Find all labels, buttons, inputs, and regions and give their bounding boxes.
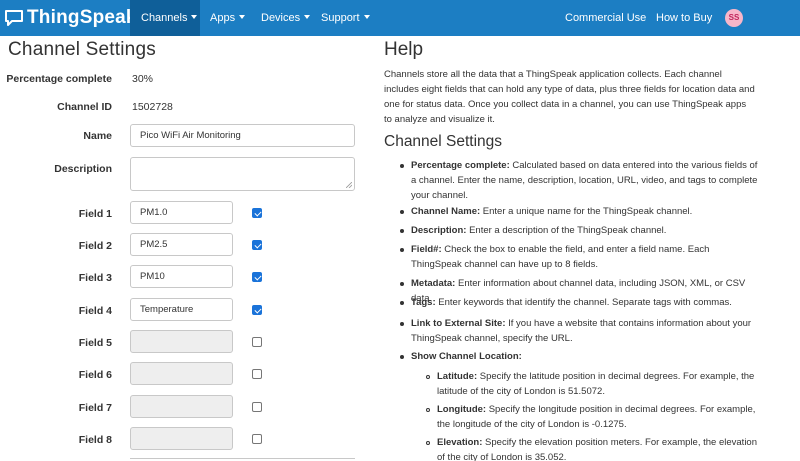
field-8-input[interactable] bbox=[130, 427, 233, 450]
help-title: Help bbox=[384, 39, 424, 60]
channel-id-label: Channel ID bbox=[57, 101, 112, 113]
thingspeak-logo[interactable]: ThingSpeak™ bbox=[4, 5, 147, 31]
field-5-checkbox[interactable] bbox=[252, 337, 262, 347]
brand-name: ThingSpeak bbox=[27, 7, 137, 28]
field-3-input[interactable]: PM10 bbox=[130, 265, 233, 288]
field-7-input[interactable] bbox=[130, 395, 233, 418]
field-7-checkbox[interactable] bbox=[252, 402, 262, 412]
nav-support-label: Support bbox=[321, 12, 360, 24]
field-4-label: Field 4 bbox=[78, 305, 112, 317]
name-label: Name bbox=[83, 130, 112, 142]
field-4-input[interactable]: Temperature bbox=[130, 298, 233, 321]
field-8-checkbox[interactable] bbox=[252, 434, 262, 444]
help-subtitle: Channel Settings bbox=[384, 133, 503, 150]
top-navbar: ThingSpeak™ Channels Apps Devices Suppor… bbox=[0, 0, 800, 36]
help-term: Link to External Site: bbox=[411, 318, 506, 329]
help-term: Show Channel Location: bbox=[411, 351, 522, 362]
bullet-icon bbox=[400, 248, 404, 252]
bullet-icon bbox=[400, 301, 404, 305]
field-2-label: Field 2 bbox=[78, 240, 112, 252]
hollow-bullet-icon bbox=[426, 408, 430, 412]
nav-channels-label: Channels bbox=[141, 12, 188, 24]
help-item-latitude: Latitude: Specify the latitude position … bbox=[437, 369, 760, 399]
field-3-checkbox[interactable] bbox=[252, 272, 262, 282]
chevron-down-icon bbox=[304, 15, 311, 20]
help-item-field: Field#: Check the box to enable the fiel… bbox=[411, 242, 761, 272]
help-term: Metadata: bbox=[411, 278, 456, 289]
nav-devices-label: Devices bbox=[261, 12, 301, 24]
field-3-label: Field 3 bbox=[78, 272, 112, 284]
field-1-label: Field 1 bbox=[78, 208, 112, 220]
help-term: Percentage complete: bbox=[411, 160, 510, 171]
field-6-input[interactable] bbox=[130, 362, 233, 385]
help-term: Description: bbox=[411, 225, 467, 236]
help-term: Tags: bbox=[411, 297, 436, 308]
field-1-checkbox[interactable] bbox=[252, 208, 262, 218]
page-title: Channel Settings bbox=[8, 39, 156, 60]
help-term: Elevation: bbox=[437, 437, 483, 448]
nav-apps-menu[interactable]: Apps bbox=[210, 0, 246, 36]
help-item-channel-name: Channel Name: Enter a unique name for th… bbox=[411, 204, 761, 219]
help-desc: Enter keywords that identify the channel… bbox=[435, 297, 732, 308]
bullet-icon bbox=[400, 164, 404, 168]
channel-id-value: 1502728 bbox=[132, 101, 173, 113]
channel-name-input[interactable]: Pico WiFi Air Monitoring bbox=[130, 124, 355, 147]
help-item-longitude: Longitude: Specify the longitude positio… bbox=[437, 402, 760, 432]
nav-apps-label: Apps bbox=[210, 12, 236, 24]
chat-bubble-logo-icon bbox=[5, 10, 23, 26]
chevron-down-icon bbox=[363, 15, 370, 20]
field-1-input[interactable]: PM1.0 bbox=[130, 201, 233, 224]
field-4-checkbox[interactable] bbox=[252, 305, 262, 315]
field-8-label: Field 8 bbox=[78, 434, 112, 446]
description-textarea[interactable] bbox=[130, 157, 355, 191]
help-item-description: Description: Enter a description of the … bbox=[411, 223, 761, 238]
chevron-down-icon bbox=[191, 15, 198, 20]
nav-devices-menu[interactable]: Devices bbox=[261, 0, 311, 36]
help-term: Latitude: bbox=[437, 371, 478, 382]
help-item-tags: Tags: Enter keywords that identify the c… bbox=[411, 295, 761, 310]
help-desc: Enter a unique name for the ThingSpeak c… bbox=[480, 206, 693, 217]
field-7-label: Field 7 bbox=[78, 402, 112, 414]
hollow-bullet-icon bbox=[426, 375, 430, 379]
nav-channels-menu[interactable]: Channels bbox=[130, 0, 200, 36]
field-2-checkbox[interactable] bbox=[252, 240, 262, 250]
nav-commercial-use-link[interactable]: Commercial Use bbox=[565, 0, 646, 36]
help-item-percentage: Percentage complete: Calculated based on… bbox=[411, 158, 761, 203]
resize-grip-icon[interactable] bbox=[346, 182, 352, 188]
percentage-complete-label: Percentage complete bbox=[6, 73, 112, 85]
nav-support-menu[interactable]: Support bbox=[321, 0, 370, 36]
bullet-icon bbox=[400, 282, 404, 286]
help-term: Field#: bbox=[411, 244, 442, 255]
help-term: Longitude: bbox=[437, 404, 487, 415]
description-label: Description bbox=[54, 163, 112, 175]
bullet-icon bbox=[400, 210, 404, 214]
bullet-icon bbox=[400, 229, 404, 233]
chevron-down-icon bbox=[239, 15, 246, 20]
help-desc: Check the box to enable the field, and e… bbox=[411, 244, 710, 270]
field-6-checkbox[interactable] bbox=[252, 369, 262, 379]
field-2-input[interactable]: PM2.5 bbox=[130, 233, 233, 256]
help-intro-text: Channels store all the data that a Thing… bbox=[384, 69, 755, 125]
help-desc: Specify the elevation position meters. F… bbox=[437, 437, 757, 461]
bullet-icon bbox=[400, 322, 404, 326]
help-item-external-link: Link to External Site: If you have a web… bbox=[411, 316, 761, 346]
help-item-elevation: Elevation: Specify the elevation positio… bbox=[437, 435, 760, 461]
help-desc: Specify the latitude position in decimal… bbox=[437, 371, 755, 397]
hollow-bullet-icon bbox=[426, 441, 430, 445]
field-5-input[interactable] bbox=[130, 330, 233, 353]
help-item-location: Show Channel Location: bbox=[411, 349, 761, 364]
percentage-complete-value: 30% bbox=[132, 73, 154, 85]
nav-how-to-buy-link[interactable]: How to Buy bbox=[656, 0, 712, 36]
field-5-label: Field 5 bbox=[78, 337, 112, 349]
help-term: Channel Name: bbox=[411, 206, 481, 217]
user-avatar[interactable]: SS bbox=[725, 9, 743, 27]
help-desc: Enter a description of the ThingSpeak ch… bbox=[466, 225, 667, 236]
bullet-icon bbox=[400, 355, 404, 359]
field-6-label: Field 6 bbox=[78, 369, 112, 381]
